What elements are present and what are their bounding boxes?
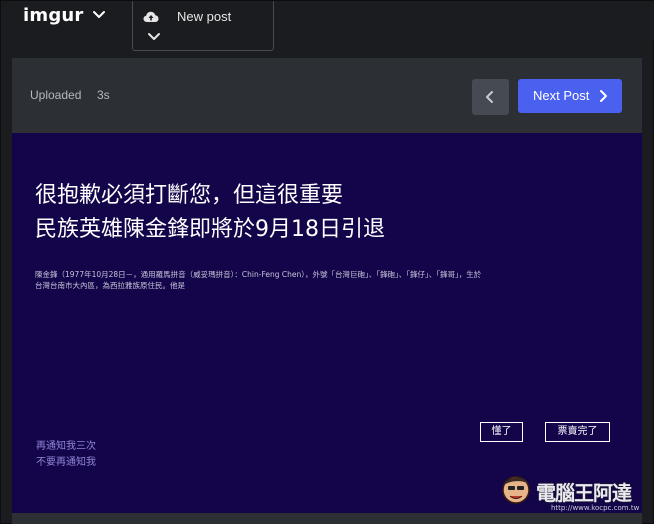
chevron-down-icon[interactable] (147, 30, 161, 44)
watermark-name: 電腦王阿達 (536, 481, 632, 505)
imgur-logo[interactable]: imgur (23, 5, 84, 26)
headline-line: 民族英雄陳金鋒即將於9月18日引退 (35, 217, 385, 242)
chevron-left-icon (486, 91, 493, 103)
dont-remind-link: 不要再通知我 (36, 457, 96, 468)
body-text-line: 台灣台南市大內區，為西拉雅族原住民。他是 (35, 281, 185, 290)
watermark-url: http://www.kocpc.com.tw (551, 504, 640, 512)
next-post-label: Next Post (533, 88, 590, 103)
sold-out-button: 票賣完了 (545, 422, 610, 442)
chevron-down-icon[interactable] (91, 7, 107, 23)
chevron-right-icon (600, 90, 607, 102)
post-age: 3s (97, 88, 110, 102)
cloud-upload-icon (143, 11, 159, 22)
post-header: Uploaded 3s Next Post (12, 58, 642, 133)
watermark-mascot-icon (502, 476, 530, 504)
top-nav: imgur New post (1, 1, 654, 51)
post-footer-strip (12, 513, 642, 524)
uploaded-label: Uploaded (30, 88, 82, 102)
got-it-button: 懂了 (480, 422, 523, 442)
remind-again-link: 再通知我三次 (36, 441, 96, 452)
new-post-label: New post (177, 9, 232, 24)
headline-line: 很抱歉必須打斷您，但這很重要 (35, 183, 344, 208)
post-image: 很抱歉必須打斷您，但這很重要 民族英雄陳金鋒即將於9月18日引退 陳金鋒（197… (12, 133, 642, 513)
next-post-button[interactable]: Next Post (518, 79, 622, 113)
new-post-button[interactable]: New post (132, 1, 274, 51)
app-window: imgur New post Uploaded 3s Next Post 很抱歉… (0, 0, 654, 524)
previous-post-button[interactable] (472, 79, 509, 115)
